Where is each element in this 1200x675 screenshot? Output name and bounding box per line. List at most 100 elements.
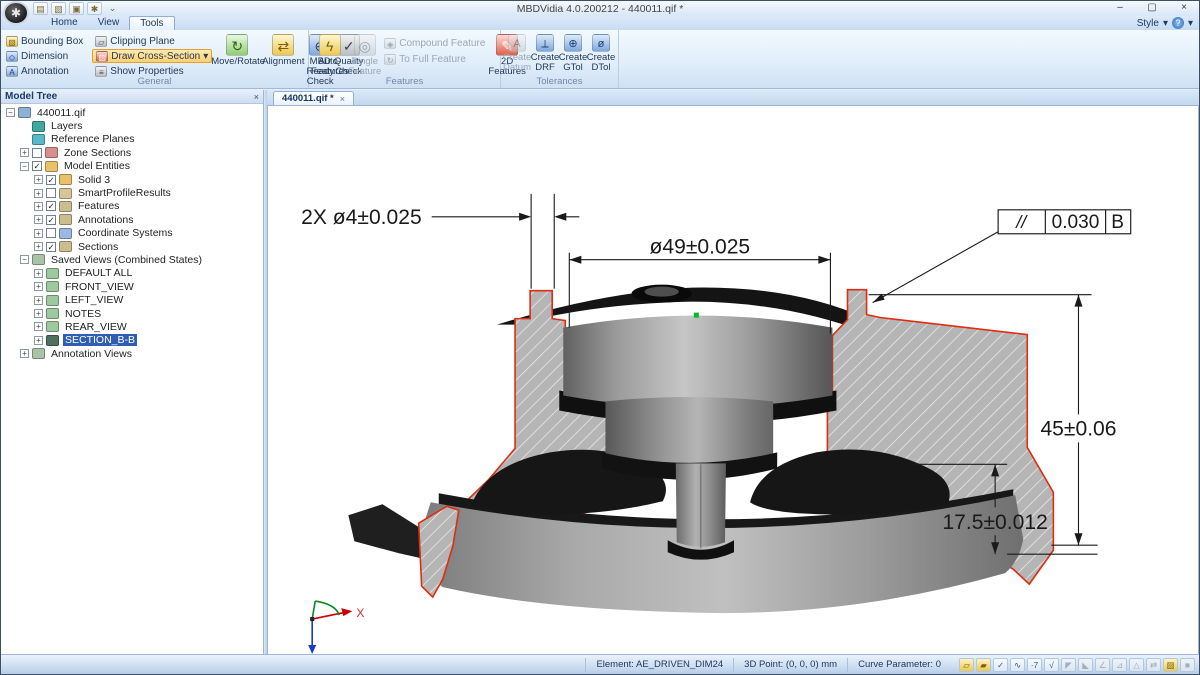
tree-expander-icon[interactable]: +: [34, 296, 43, 305]
qat-dropdown-icon[interactable]: ⌄: [105, 2, 120, 15]
tree-expander-icon[interactable]: +: [34, 322, 43, 331]
snap-folder-out-icon[interactable]: ▰: [976, 658, 991, 672]
tab-home[interactable]: Home: [41, 16, 88, 30]
create-gtol-button[interactable]: ⊕ Create GTol: [559, 32, 587, 73]
tree-expander-icon[interactable]: +: [34, 175, 43, 184]
tree-checkbox[interactable]: [46, 228, 56, 238]
tree-item-smartprofileresults[interactable]: + SmartProfileResults: [1, 186, 263, 199]
tree-expander-icon[interactable]: +: [20, 349, 29, 358]
edit-folder-icon[interactable]: ▨: [1163, 658, 1178, 672]
point-7-icon[interactable]: ·7: [1027, 658, 1042, 672]
application-menu-button[interactable]: ✱: [3, 1, 29, 25]
tree-item-layers[interactable]: Layers: [1, 119, 263, 132]
style-menu[interactable]: Style: [1137, 18, 1159, 29]
tab-view[interactable]: View: [88, 16, 130, 30]
tree-item-view-rear[interactable]: + REAR_VIEW: [1, 320, 263, 333]
maximize-button[interactable]: ▢: [1141, 1, 1163, 15]
create-dtol-button[interactable]: ø Create DTol: [587, 32, 615, 73]
draw-cross-section-dropdown-icon[interactable]: ▾: [203, 51, 208, 62]
tree-expander-icon[interactable]: +: [34, 189, 43, 198]
tree-item-view-notes[interactable]: + NOTES: [1, 307, 263, 320]
snap-folder-in-icon[interactable]: ▱: [959, 658, 974, 672]
tree-item-view-default-all[interactable]: + DEFAULT ALL: [1, 267, 263, 280]
tree-expander-icon[interactable]: −: [6, 108, 15, 117]
tree-item-view-front[interactable]: + FRONT_VIEW: [1, 280, 263, 293]
tree-expander-icon[interactable]: −: [20, 255, 29, 264]
tab-tools[interactable]: Tools: [129, 16, 174, 30]
clipping-plane-button[interactable]: ▱ Clipping Plane: [92, 34, 212, 48]
minimize-button[interactable]: –: [1109, 1, 1131, 15]
tree-item-icon: [59, 188, 72, 199]
tree-item-label: Solid 3: [76, 174, 112, 186]
curve-fit-icon[interactable]: ∿: [1010, 658, 1025, 672]
tree-item-sections[interactable]: + ✓ Sections: [1, 240, 263, 253]
tree-item-icon: [59, 214, 72, 225]
create-dtol-icon: ø: [592, 34, 610, 52]
tree-item-annotation-views[interactable]: + Annotation Views: [1, 347, 263, 360]
tree-item-solid-3[interactable]: + ✓ Solid 3: [1, 173, 263, 186]
tree-checkbox[interactable]: [46, 188, 56, 198]
dim-diameter-text: ø49±0.025: [650, 236, 751, 259]
alignment-icon: ⇄: [272, 34, 294, 56]
create-drf-button[interactable]: ⟂ Create DRF: [531, 32, 559, 73]
tree-expander-icon[interactable]: −: [20, 162, 29, 171]
tree-expander-icon[interactable]: +: [34, 336, 43, 345]
dimension-button[interactable]: ◇ Dimension: [3, 49, 86, 63]
tree-checkbox[interactable]: ✓: [46, 201, 56, 211]
auto-features-button[interactable]: ϟ Auto-Features: [311, 32, 348, 77]
tree-item-coordinate-systems[interactable]: + Coordinate Systems: [1, 227, 263, 240]
tree-item-reference-planes[interactable]: Reference Planes: [1, 133, 263, 146]
tree-expander-icon[interactable]: +: [34, 269, 43, 278]
tree-item-view-left[interactable]: + LEFT_VIEW: [1, 293, 263, 306]
feature-control-frame[interactable]: // 0.030 B: [998, 210, 1131, 234]
tree-expander-icon[interactable]: +: [34, 215, 43, 224]
tree-item-view-section-b-b[interactable]: + SECTION_B-B: [1, 334, 263, 347]
tree-checkbox[interactable]: ✓: [32, 161, 42, 171]
move-rotate-button[interactable]: ↻ Move/Rotate: [212, 32, 262, 67]
tree-expander-icon[interactable]: +: [34, 202, 43, 211]
tree-item-root-file[interactable]: − 440011.qif: [1, 106, 263, 119]
tree-item-saved-views[interactable]: − Saved Views (Combined States): [1, 253, 263, 266]
help-icon[interactable]: ?: [1172, 17, 1184, 29]
tab-close-icon[interactable]: ×: [340, 94, 345, 104]
compound-feature-button[interactable]: ◈ Compound Feature: [381, 36, 488, 50]
draw-cross-section-button[interactable]: ▨ Draw Cross-Section ▾: [92, 49, 212, 63]
tree-item-features[interactable]: + ✓ Features: [1, 200, 263, 213]
tree-item-annotations[interactable]: + ✓ Annotations: [1, 213, 263, 226]
tree-checkbox[interactable]: [32, 148, 42, 158]
style-dropdown-icon[interactable]: ▾: [1163, 18, 1168, 29]
pick-marker: [694, 313, 699, 318]
tree-expander-icon[interactable]: +: [34, 282, 43, 291]
create-datum-button[interactable]: A Create Datum: [503, 32, 531, 73]
curve-field: Curve Parameter: 0: [847, 658, 951, 672]
open-file-icon[interactable]: ▧: [51, 2, 66, 15]
tree-checkbox[interactable]: ✓: [46, 242, 56, 252]
to-full-feature-button[interactable]: ↻ To Full Feature: [381, 52, 488, 66]
tree-expander-icon[interactable]: +: [20, 148, 29, 157]
save-icon[interactable]: ▣: [69, 2, 84, 15]
tools-icon[interactable]: ✱: [87, 2, 102, 15]
tree-expander-icon[interactable]: +: [34, 309, 43, 318]
root-7-icon[interactable]: √: [1044, 658, 1059, 672]
single-feature-button[interactable]: ◎ Single Feature: [348, 32, 381, 77]
tree-item-model-entities[interactable]: − ✓ Model Entities: [1, 160, 263, 173]
alignment-button[interactable]: ⇄ Alignment: [262, 32, 304, 67]
document-tab[interactable]: 440011.qif * ×: [273, 91, 354, 105]
tree-expander-icon[interactable]: +: [34, 242, 43, 251]
tree-checkbox[interactable]: ✓: [46, 175, 56, 185]
close-button[interactable]: ×: [1173, 1, 1195, 15]
panel-close-icon[interactable]: ×: [254, 92, 259, 102]
tree-expander-icon[interactable]: +: [34, 229, 43, 238]
measure-point-icon[interactable]: ✓: [993, 658, 1008, 672]
new-file-icon[interactable]: ▤: [33, 2, 48, 15]
tree-item-zone-sections[interactable]: + Zone Sections: [1, 146, 263, 159]
annotation-icon: A: [6, 66, 18, 77]
help-dropdown-icon[interactable]: ▾: [1188, 18, 1193, 29]
bounding-box-button[interactable]: ▧ Bounding Box: [3, 34, 86, 48]
dim-flange-text: 17.5±0.012: [942, 511, 1047, 534]
viewport-3d[interactable]: 2X ø4±0.025 ø49±0.025 45±0.06 17.5±0.012…: [267, 105, 1199, 656]
snap-triangle-icon: △: [1129, 658, 1144, 672]
axis-x-label: X: [356, 606, 364, 620]
gear-icon: ✱: [11, 6, 21, 20]
tree-checkbox[interactable]: ✓: [46, 215, 56, 225]
